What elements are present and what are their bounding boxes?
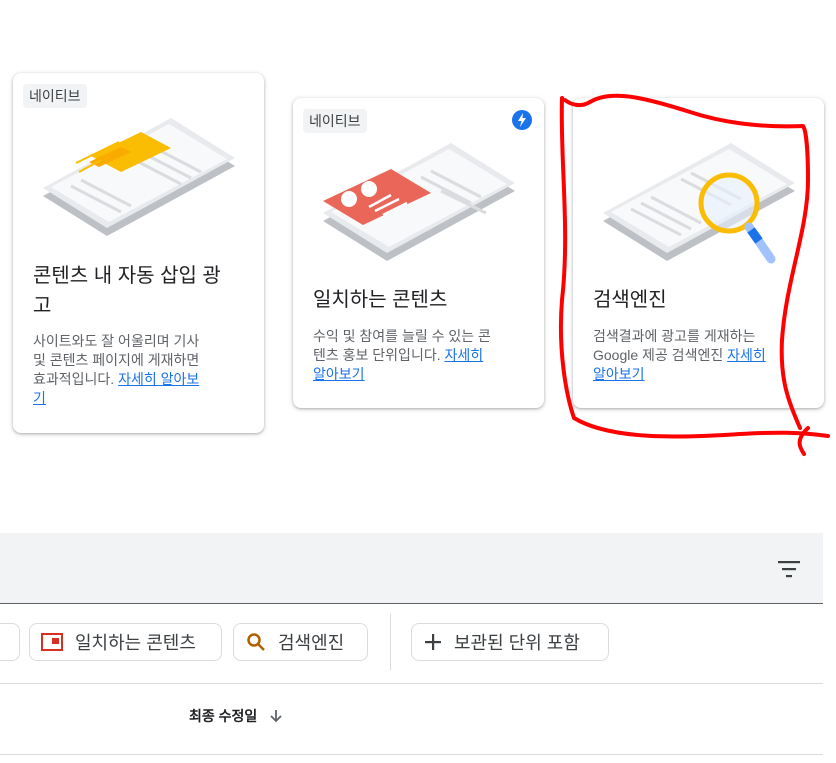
learn-more-link[interactable]: 알아보기: [313, 366, 365, 382]
card-desc-text: Google 제공 검색엔진: [593, 347, 728, 363]
learn-more-link[interactable]: 알아보기: [593, 366, 645, 382]
card-desc-line: 검색결과에 광고를 게재하는: [593, 328, 756, 344]
card-title: 검색엔진: [593, 289, 667, 311]
native-badge: 네이티브: [303, 109, 367, 133]
chip-search-engine[interactable]: 검색엔진: [233, 623, 368, 661]
matched-content-illustration: [323, 143, 515, 261]
search-engine-illustration: [603, 143, 795, 264]
chip-matched-content[interactable]: 일치하는 콘텐츠: [29, 623, 222, 661]
ad-type-card-search-engine[interactable]: 검색엔진 검색결과에 광고를 게재하는 Google 제공 검색엔진 자세히 알…: [573, 98, 824, 408]
card-title-line: 콘텐츠 내 자동 삽입 광: [33, 265, 221, 287]
chip-label: 검색엔진: [278, 633, 345, 653]
search-icon: [247, 633, 265, 651]
lightning-bolt-icon: [512, 110, 532, 130]
column-header-label: 최종 수정일: [189, 708, 258, 724]
learn-more-link[interactable]: 기: [33, 390, 46, 406]
filter-icon[interactable]: [777, 557, 801, 581]
card-title: 일치하는 콘텐츠: [313, 289, 448, 311]
in-article-illustration: [43, 118, 235, 236]
row-divider: [0, 754, 823, 755]
chip-include-archived[interactable]: 보관된 단위 포함: [411, 623, 609, 661]
card-desc-line: 및 콘텐츠 페이지에 게재하면: [33, 352, 200, 368]
column-header-last-modified[interactable]: 최종 수정일: [189, 706, 283, 726]
card-desc-line: 수익 및 참여를 늘릴 수 있는 콘: [313, 328, 491, 344]
chip-divider: [390, 614, 391, 670]
chip-previous-partial[interactable]: [0, 623, 20, 661]
card-title-line: 고: [33, 295, 52, 317]
row-divider: [0, 683, 823, 684]
chip-label: 보관된 단위 포함: [454, 633, 580, 653]
learn-more-link[interactable]: 자세히: [444, 347, 483, 363]
learn-more-link[interactable]: 자세히 알아보: [118, 371, 199, 387]
chip-label: 일치하는 콘텐츠: [75, 633, 196, 653]
learn-more-link[interactable]: 자세히: [727, 347, 766, 363]
card-desc-line: 사이트와도 잘 어울리며 기사: [33, 333, 200, 349]
card-desc-text: 효과적입니다.: [33, 371, 119, 387]
arrow-down-icon: [270, 710, 282, 723]
table-toolbar: [0, 533, 823, 604]
native-badge: 네이티브: [23, 84, 87, 108]
ad-type-card-in-article[interactable]: 네이티브 콘텐츠 내 자동 삽입 광 고 사이트와도 잘 어울리며 기사 및 콘…: [13, 73, 264, 433]
card-desc-text: 텐츠 홍보 단위입니다.: [313, 347, 445, 363]
ad-type-card-matched-content[interactable]: 네이티브 일치하는 콘텐츠 수익 및 참여를 늘릴 수 있는 콘 텐츠 홍보 단…: [293, 98, 544, 408]
add-icon: [425, 634, 441, 650]
matched-content-icon: [41, 633, 63, 651]
